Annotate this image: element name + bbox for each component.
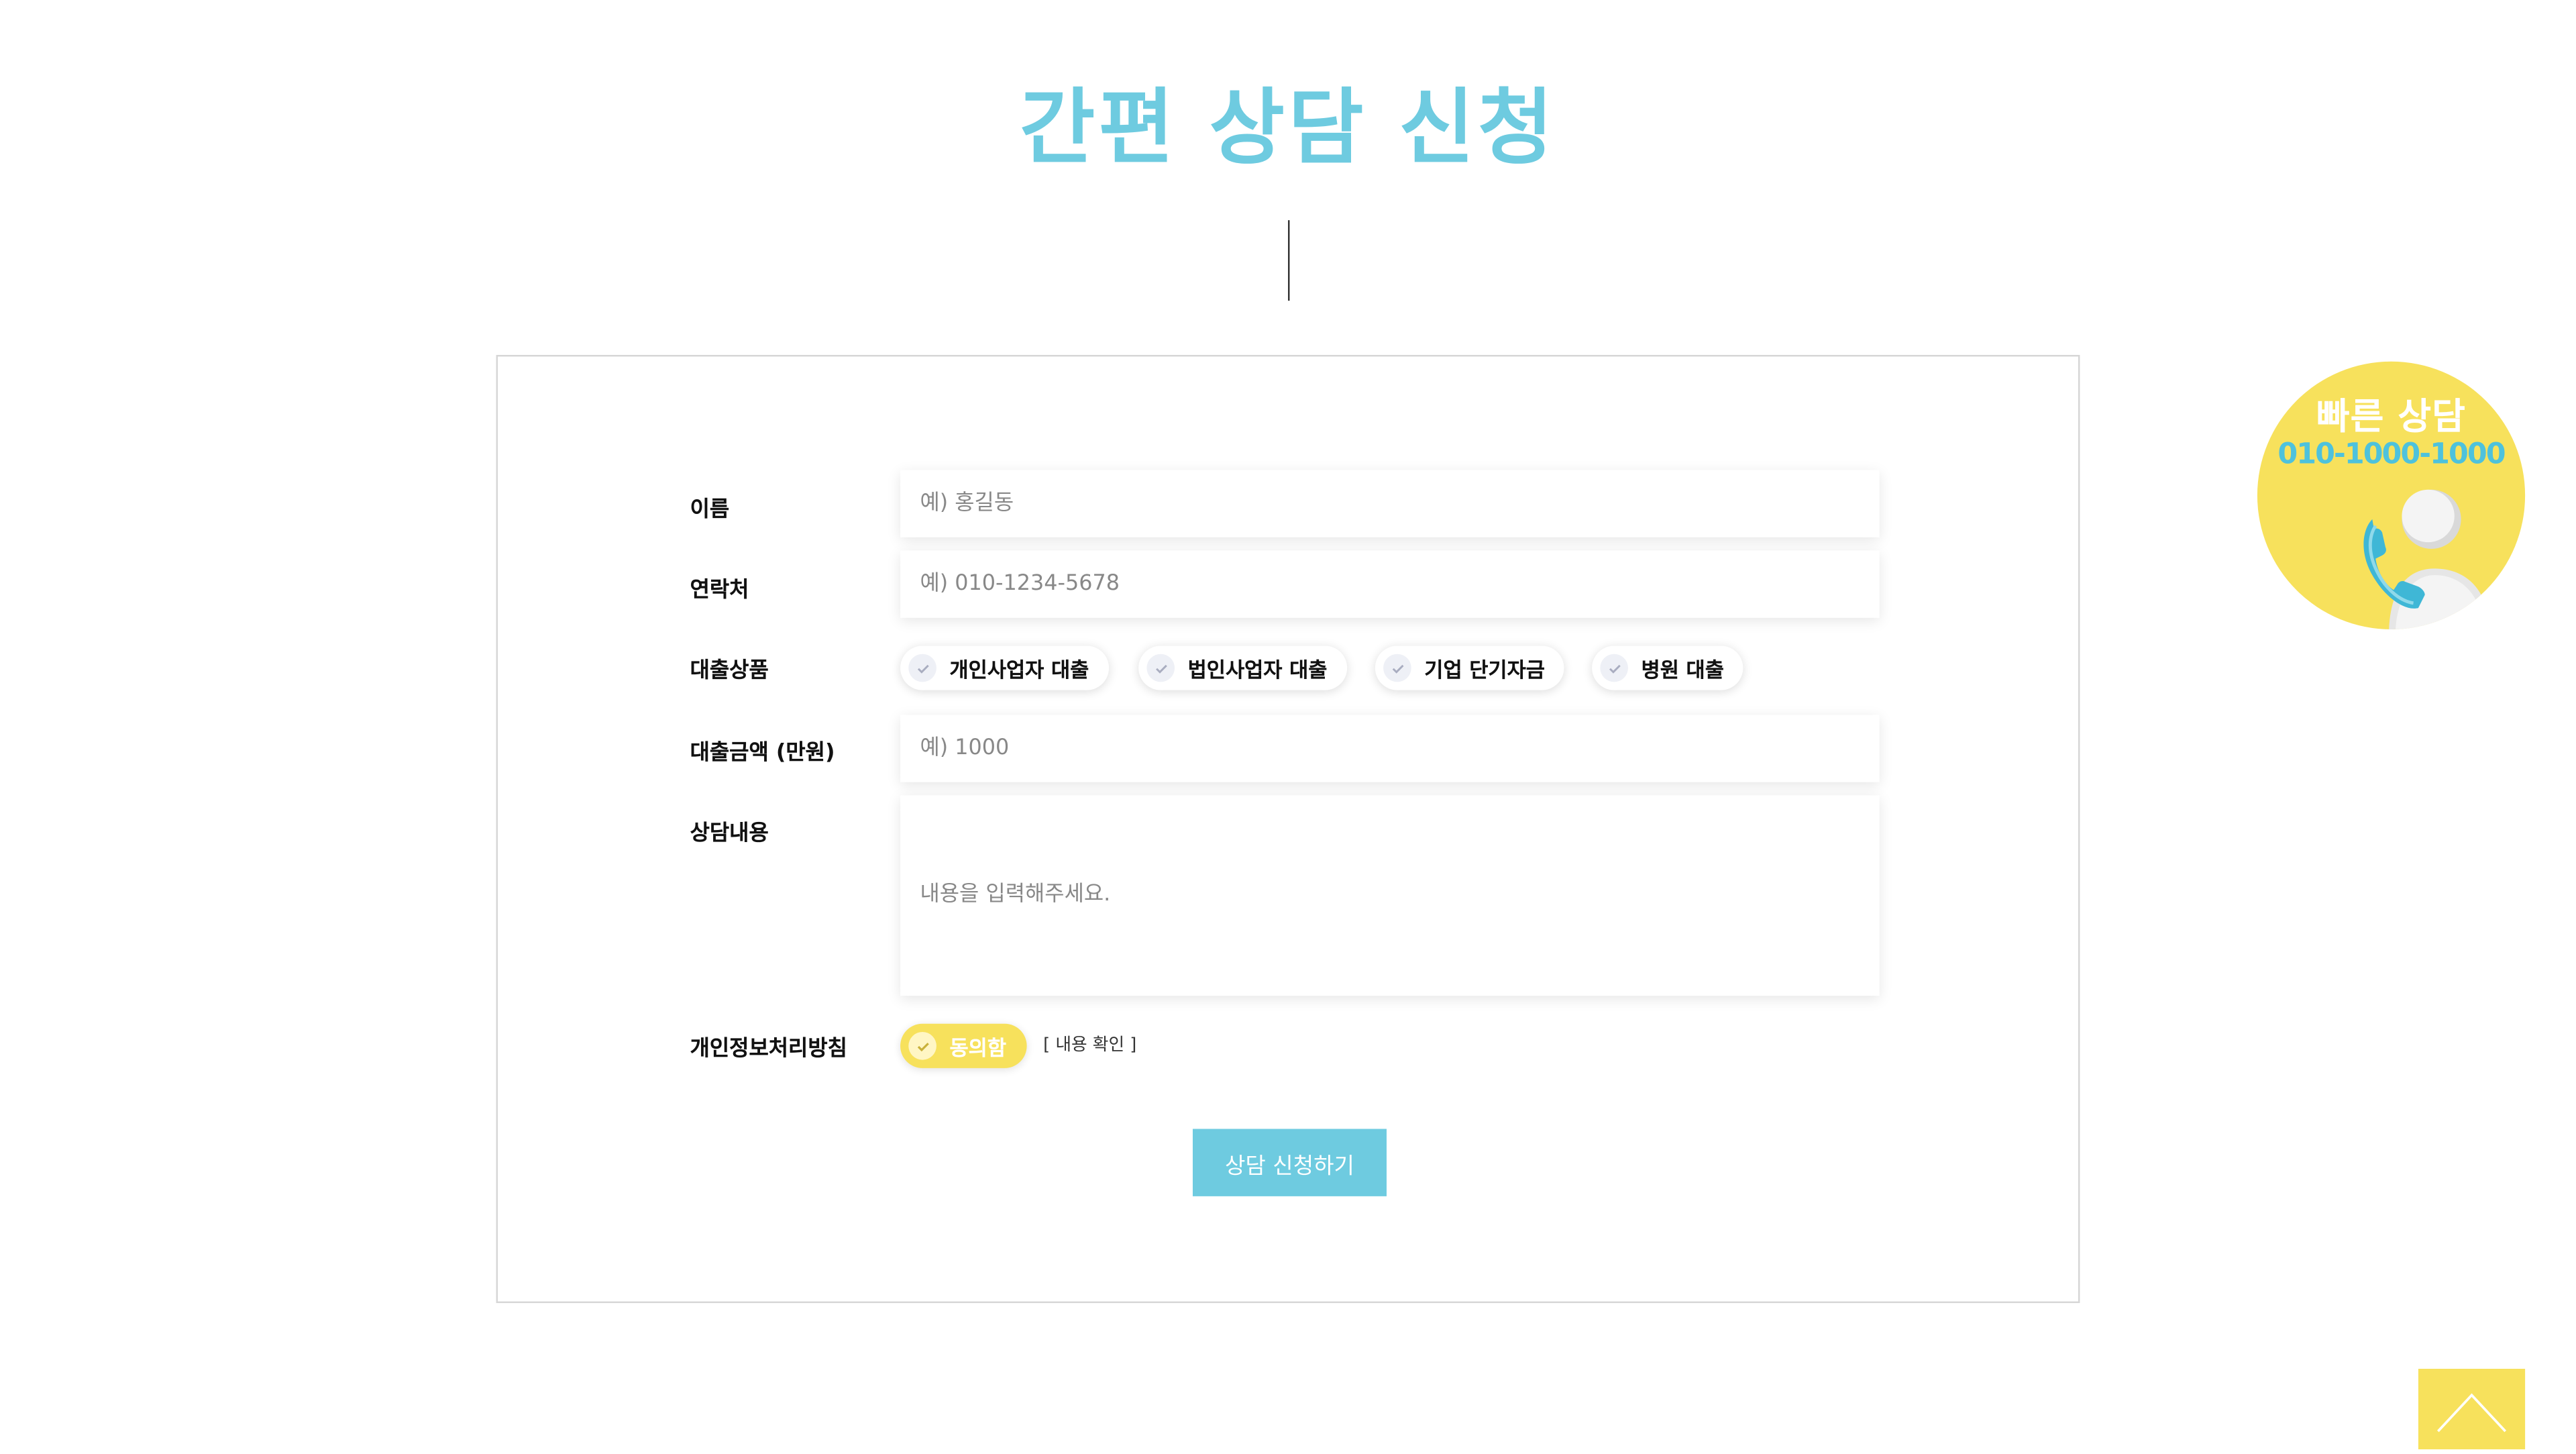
phone-input[interactable]	[900, 550, 1880, 618]
phone-person-icon	[2363, 489, 2491, 629]
page-title: 간편 상담 신청	[1019, 81, 1557, 176]
product-option-label: 병원 대출	[1641, 657, 1724, 682]
name-input[interactable]	[900, 470, 1880, 537]
privacy-label: 개인정보처리방침	[690, 1037, 847, 1062]
product-option-individual[interactable]: 개인사업자 대출	[900, 645, 1109, 690]
scroll-top-button[interactable]	[2418, 1369, 2526, 1450]
quick-call-phone: 010-1000-1000	[2277, 438, 2506, 472]
amount-label: 대출금액 (만원)	[690, 741, 835, 766]
product-option-corporate[interactable]: 법인사업자 대출	[1138, 645, 1347, 690]
quick-call-badge[interactable]: 빠른 상담 010-1000-1000	[2257, 361, 2526, 629]
consultation-form: 이름 연락처 대출상품 개인사업자 대출 법인사업자 대출	[496, 354, 2080, 1304]
product-option-short-term[interactable]: 기업 단기자금	[1375, 645, 1565, 690]
name-label: 이름	[690, 498, 730, 523]
chevron-up-icon	[2436, 1393, 2507, 1433]
product-option-hospital[interactable]: 병원 대출	[1592, 645, 1744, 690]
product-option-label: 법인사업자 대출	[1187, 657, 1328, 682]
product-option-label: 기업 단기자금	[1424, 657, 1545, 682]
quick-call-title: 빠른 상담	[2316, 397, 2467, 439]
page: 간편 상담 신청 이름 연락처 대출상품 개인사업자 대출 법인사업자 대출	[0, 0, 2576, 1450]
phone-label: 연락처	[690, 578, 749, 603]
content-textarea[interactable]	[900, 795, 1880, 996]
check-icon	[1146, 654, 1175, 682]
check-icon	[1600, 654, 1628, 682]
privacy-view-link[interactable]: [ 내용 확인 ]	[1043, 1032, 1136, 1057]
privacy-agree-label: 동의함	[949, 1035, 1007, 1060]
privacy-agree-checkbox[interactable]: 동의함	[900, 1023, 1026, 1068]
check-icon	[908, 1031, 936, 1060]
product-label: 대출상품	[690, 659, 769, 684]
check-icon	[908, 654, 936, 682]
check-icon	[1383, 654, 1411, 682]
product-option-label: 개인사업자 대출	[949, 657, 1089, 682]
amount-input[interactable]	[900, 715, 1880, 782]
title-divider	[1288, 220, 1290, 301]
content-label: 상담내용	[690, 821, 769, 847]
submit-button[interactable]: 상담 신청하기	[1192, 1129, 1387, 1196]
